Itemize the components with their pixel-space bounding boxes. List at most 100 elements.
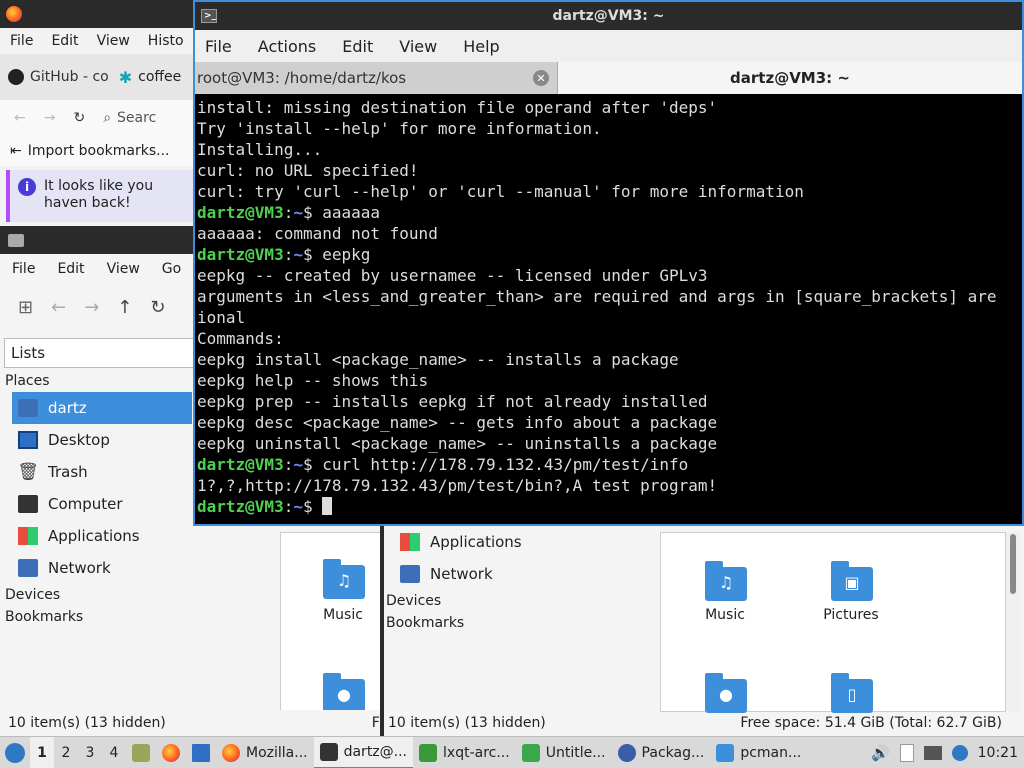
fm1-status-trailing: F [371,715,380,731]
pictures-folder-label[interactable]: Pictures [801,607,901,623]
ff-menu-history[interactable]: Histo [148,33,184,49]
fm1-menu-go[interactable]: Go [162,261,181,277]
ff-tab-coffee[interactable]: ✱ coffee [119,68,182,87]
user-folder-icon[interactable]: ● [705,673,747,713]
forward-icon[interactable]: → [44,110,56,126]
volume-icon[interactable]: 🔊 [871,744,890,762]
workspace-3[interactable]: 3 [78,737,102,768]
scrollbar-thumb[interactable] [1010,534,1016,594]
network-icon [18,559,38,577]
devices-header[interactable]: Devices [384,590,660,612]
terminal-output[interactable]: install: missing destination file operan… [195,94,1022,517]
music-folder-icon[interactable]: ♫ [705,561,747,601]
output-line: eepkg uninstall <package_name> -- uninst… [197,434,718,453]
bookmarks-header[interactable]: Bookmarks [0,606,192,628]
clipboard-icon[interactable] [899,743,914,762]
command-line: dartz@VM3:~$ curl http://178.79.132.43/p… [197,455,689,474]
output-line: eepkg install <package_name> -- installs… [197,350,679,369]
ff-menu-edit[interactable]: Edit [51,33,78,49]
task-pcmanfm[interactable]: pcman... [710,737,807,768]
user-folder-icon[interactable]: ● [323,673,365,713]
task-firefox[interactable]: Mozilla... [216,737,314,768]
bluetooth-icon[interactable] [951,744,968,761]
network-icon[interactable] [923,745,942,760]
firefox-titlebar [0,0,200,28]
file-manager-right: Applications Network Devices Bookmarks ♫… [384,526,1024,736]
quicklaunch-firefox[interactable] [156,737,186,768]
music-folder-icon[interactable]: ♫ [323,559,365,599]
ff-menu-file[interactable]: File [10,33,33,49]
quicklaunch-desktop[interactable] [186,737,216,768]
term-menu-edit[interactable]: Edit [342,37,373,56]
task-archiver[interactable]: lxqt-arc... [413,737,516,768]
search-input[interactable]: ⌕ Searc [103,110,156,126]
text-cursor [322,497,333,515]
pictures-folder-icon[interactable]: ▣ [831,561,873,601]
fm1-menu-view[interactable]: View [107,261,140,277]
task-untitled[interactable]: Untitle... [516,737,612,768]
term-menu-help[interactable]: Help [463,37,499,56]
workspace-4[interactable]: 4 [102,737,126,768]
task-terminal[interactable]: dartz@... [313,736,414,768]
fm2-scrollbar[interactable] [1006,532,1020,712]
workspace-2[interactable]: 2 [54,737,78,768]
back-icon[interactable]: ← [51,297,66,318]
place-network[interactable]: Network [0,552,192,584]
reload-icon[interactable]: ↻ [150,297,165,318]
bookmarks-header[interactable]: Bookmarks [384,612,660,634]
place-label: Applications [430,533,522,551]
term-menu-actions[interactable]: Actions [258,37,316,56]
place-network[interactable]: Network [384,558,660,590]
fm2-sidebar: Applications Network Devices Bookmarks [384,526,660,634]
place-applications[interactable]: Applications [0,520,192,552]
fm1-menu-edit[interactable]: Edit [57,261,84,277]
prompt-path: ~ [293,455,303,474]
ff-tab-github[interactable]: GitHub - co [8,69,109,85]
document-folder-icon[interactable]: ▯ [831,673,873,713]
firefox-tabs: GitHub - co ✱ coffee [0,54,200,100]
quicklaunch-archiver[interactable] [126,737,156,768]
place-trash[interactable]: 🗑 Trash [0,456,192,488]
output-line: arguments in <less_and_greater_than> are… [197,287,997,306]
import-bookmarks-link[interactable]: Import bookmarks... [28,143,170,159]
devices-header[interactable]: Devices [0,584,192,606]
term-menu-view[interactable]: View [399,37,437,56]
places-header[interactable]: Places [0,370,192,392]
terminal-tab-dartz[interactable]: dartz@VM3: ~ [558,62,1022,94]
notice-text: It looks like you haven back! [44,178,154,211]
import-icon: ⇤ [10,143,22,159]
reload-icon[interactable]: ↻ [73,110,85,126]
music-folder-label[interactable]: Music [675,607,775,623]
place-desktop[interactable]: Desktop [0,424,192,456]
terminal-tab-root[interactable]: root@VM3: /home/dartz/kos ✕ [195,62,558,94]
forward-icon[interactable]: → [84,297,99,318]
ff-menu-view[interactable]: View [97,33,130,49]
task-label: Untitle... [545,744,606,761]
terminal-window: >_ dartz@VM3: ~ File Actions Edit View H… [193,0,1024,526]
up-icon[interactable]: ↑ [117,297,132,318]
place-label: Desktop [48,431,110,449]
back-icon[interactable]: ← [14,110,26,126]
workspace-1[interactable]: 1 [30,736,54,768]
clock[interactable]: 10:21 [978,745,1018,761]
start-menu-button[interactable] [0,737,30,768]
place-dartz[interactable]: dartz [12,392,192,424]
close-icon[interactable]: ✕ [533,70,549,86]
place-applications[interactable]: Applications [384,526,660,558]
output-line: aaaaaa: command not found [197,224,438,243]
new-tab-icon[interactable]: ⊞ [18,297,33,318]
music-folder-label[interactable]: Music [293,607,380,623]
place-computer[interactable]: Computer [0,488,192,520]
task-packages[interactable]: Packag... [612,737,711,768]
prompt-user: dartz@VM3 [197,245,284,264]
fm2-statusbar: 10 item(s) (13 hidden) Free space: 51.4 … [384,710,1024,736]
output-line: eepkg help -- shows this [197,371,429,390]
fm1-menu-file[interactable]: File [12,261,35,277]
task-label: Packag... [641,744,705,761]
ff-tab-coffee-label: coffee [138,69,182,85]
task-label: Mozilla... [246,744,308,761]
term-menu-file[interactable]: File [205,37,232,56]
command-line: dartz@VM3:~$ [197,496,1022,517]
lists-label: Lists [11,344,46,362]
task-label: pcman... [740,744,802,761]
